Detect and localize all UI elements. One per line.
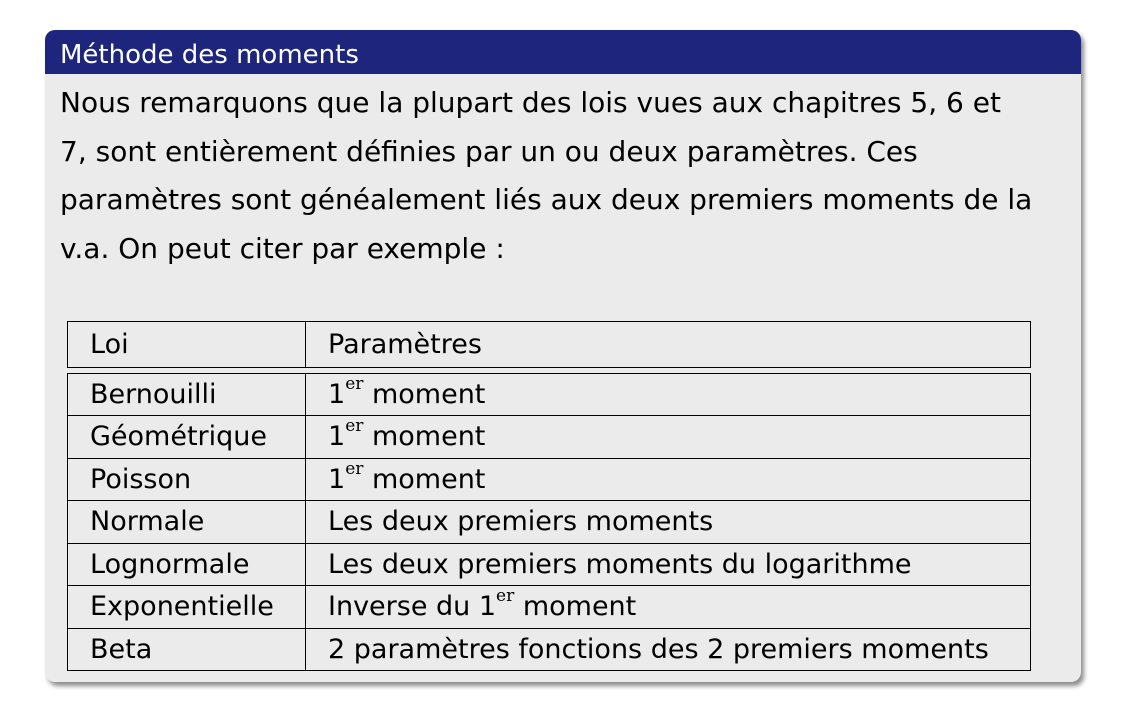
cell-parametres: 1er moment [305,415,1031,459]
table-row: Beta 2 paramètres fonctions des 2 premie… [67,627,1031,671]
table-row: Poisson 1er moment [67,457,1031,501]
laws-table: Loi Paramètres Bernouilli 1er moment Géo… [67,321,1031,671]
header-cell-parametres: Paramètres [305,321,1031,368]
block-title: Méthode des moments [45,30,1081,74]
paragraph-line: Nous remarquons que la plupart des lois … [60,86,1001,119]
intro-paragraph: Nous remarquons que la plupart des lois … [60,79,1075,273]
paragraph-line: paramètres sont généalement liés aux deu… [60,183,1033,216]
table-row: Normale Les deux premiers moments [67,500,1031,544]
cell-parametres: 1er moment [305,457,1031,501]
theorem-block: Méthode des moments Nous remarquons que … [45,30,1081,682]
table-row: Lognormale Les deux premiers moments du … [67,542,1031,586]
table-header-row: Loi Paramètres [67,321,1031,368]
cell-loi: Lognormale [67,542,306,586]
cell-parametres: Les deux premiers moments [305,500,1031,544]
paragraph-line: 7, sont entièrement définies par un ou d… [60,134,918,168]
paragraph-line: v.a. On peut citer par exemple : [60,231,505,265]
header-cell-loi: Loi [67,321,306,368]
cell-loi: Géométrique [67,415,306,459]
table-row: Exponentielle Inverse du 1er moment [67,585,1031,629]
cell-loi: Poisson [67,457,306,501]
cell-loi: Exponentielle [67,585,306,629]
cell-loi: Beta [67,627,306,671]
cell-parametres: 2 paramètres fonctions des 2 premiers mo… [305,627,1031,671]
cell-parametres: Les deux premiers moments du logarithme [305,542,1031,586]
cell-parametres: Inverse du 1er moment [305,585,1031,629]
table-row: Bernouilli 1er moment [67,373,1031,416]
cell-loi: Bernouilli [67,373,306,416]
cell-loi: Normale [67,500,306,544]
table-row: Géométrique 1er moment [67,415,1031,459]
cell-parametres: 1er moment [305,373,1031,416]
